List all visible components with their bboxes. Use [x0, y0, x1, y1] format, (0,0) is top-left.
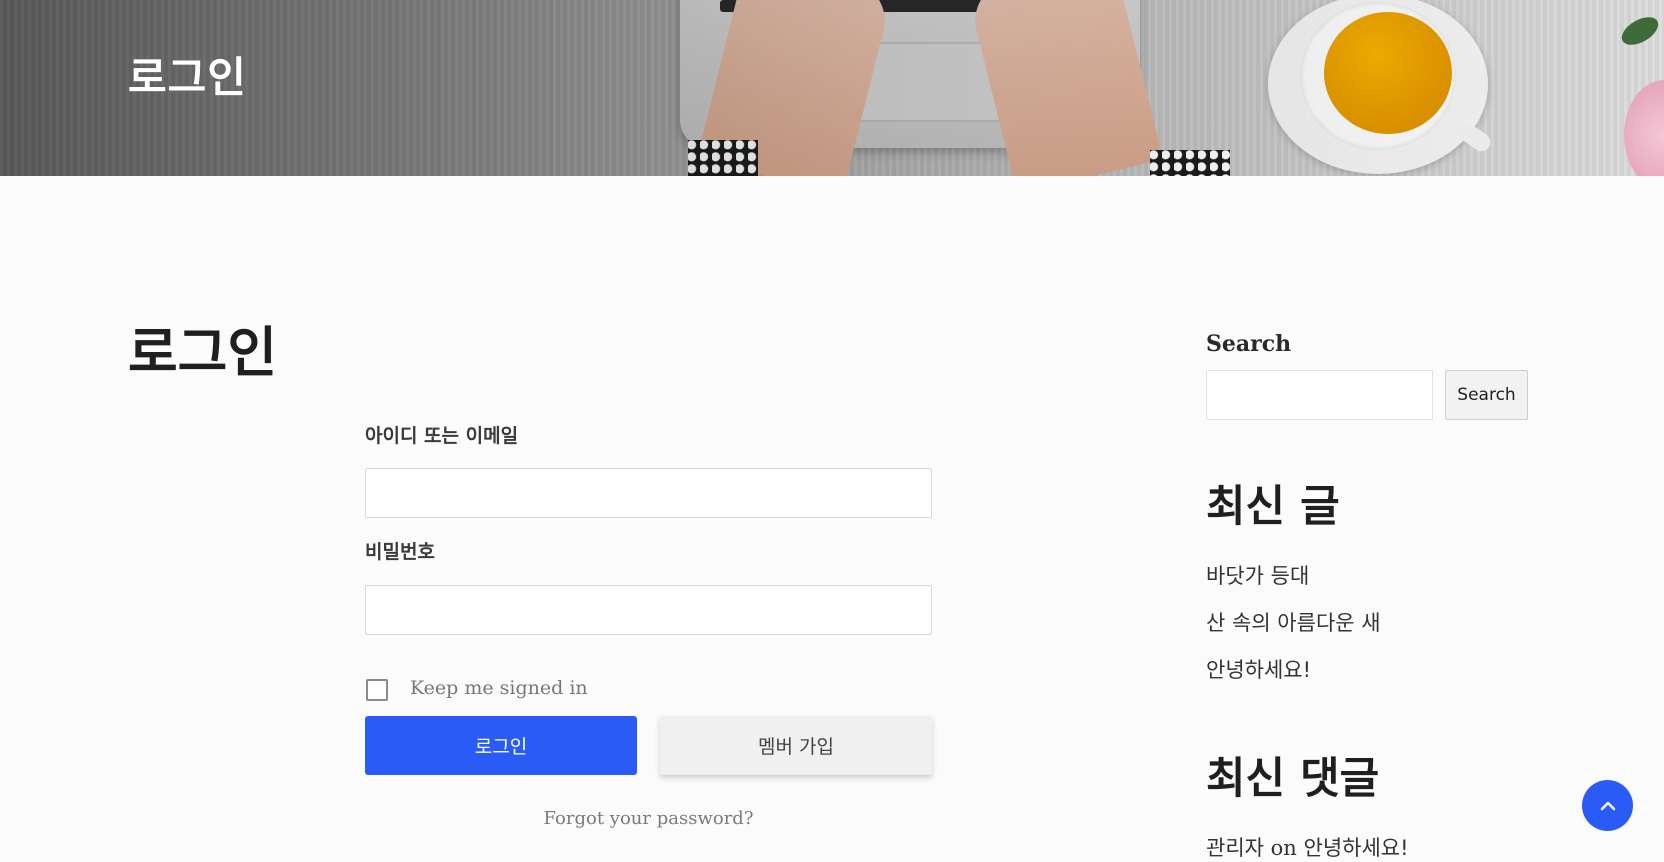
chevron-up-icon	[1599, 800, 1617, 812]
sidebar-search-title: Search	[1206, 331, 1292, 357]
scroll-to-top-button[interactable]	[1582, 780, 1633, 831]
recent-post-link[interactable]: 안녕하세요!	[1206, 654, 1311, 684]
hero-overlay	[0, 0, 1664, 176]
recent-posts-title: 최신 글	[1206, 482, 1340, 532]
comment-post-link[interactable]: 안녕하세요!	[1304, 836, 1409, 860]
recent-post-link[interactable]: 산 속의 아름다운 새	[1206, 607, 1381, 637]
recent-comments-title: 최신 댓글	[1206, 754, 1380, 804]
search-input[interactable]	[1206, 370, 1433, 420]
username-label: 아이디 또는 이메일	[365, 425, 519, 447]
remember-checkbox[interactable]	[366, 679, 388, 701]
remember-label[interactable]: Keep me signed in	[410, 677, 588, 699]
username-input[interactable]	[365, 468, 932, 518]
page-title: 로그인	[128, 321, 278, 384]
password-input[interactable]	[365, 585, 932, 635]
login-button[interactable]: 로그인	[365, 716, 637, 775]
search-button[interactable]: Search	[1445, 370, 1528, 420]
forgot-password-link[interactable]: Forgot your password?	[365, 808, 932, 829]
recent-comment: 관리자 on 안녕하세요!	[1206, 832, 1409, 862]
comment-author-link[interactable]: 관리자	[1206, 836, 1264, 860]
recent-post-link[interactable]: 바닷가 등대	[1206, 560, 1309, 590]
comment-connector: on	[1270, 836, 1297, 860]
register-button[interactable]: 멤버 가입	[660, 716, 932, 775]
password-label: 비밀번호	[365, 541, 435, 563]
hero-banner: 로그인	[0, 0, 1664, 176]
hero-title: 로그인	[128, 53, 247, 102]
